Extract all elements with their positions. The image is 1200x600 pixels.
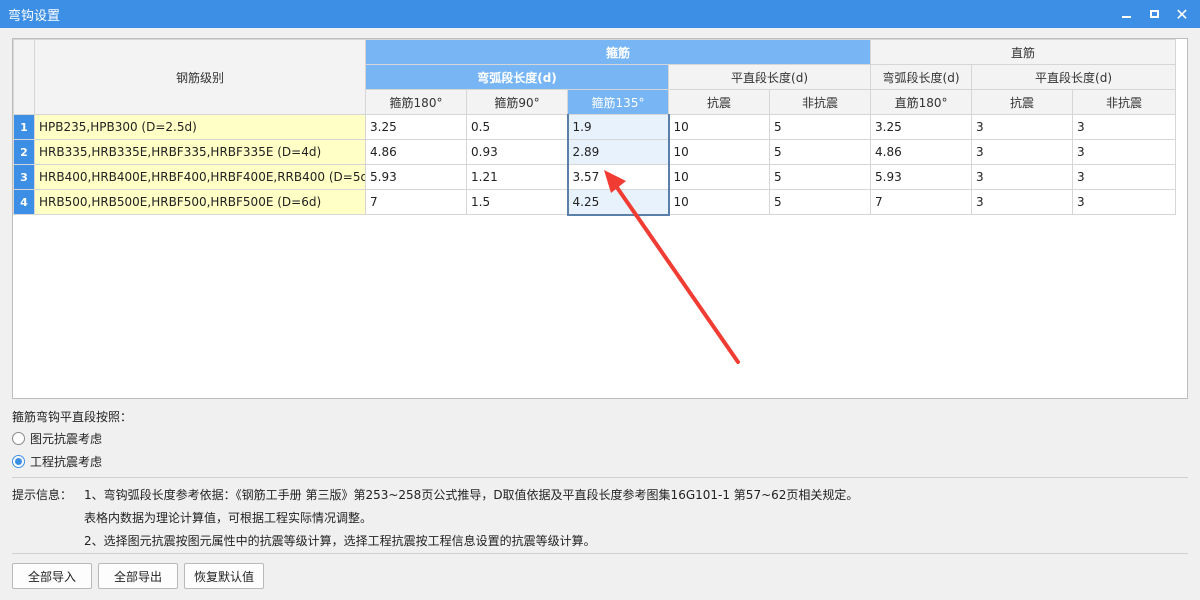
restore-default-button[interactable]: 恢复默认值: [184, 563, 264, 589]
flat-nonseismic-cell[interactable]: 5: [768, 189, 872, 215]
stirrup-arc-header: 弯弧段长度(d): [365, 64, 669, 90]
hint-label: 提示信息：: [12, 488, 73, 502]
minimize-button[interactable]: [1112, 0, 1140, 28]
hint-line-1: 1、弯钩弧段长度参考依据：《钢筋工手册 第三版》第253~258页公式推导，D取…: [84, 488, 859, 502]
stirrup180-cell[interactable]: 4.86: [365, 139, 467, 165]
minimize-icon: [1121, 16, 1131, 18]
table-row: 4 HRB500,HRB500E,HRBF500,HRBF500E (D=6d)…: [13, 189, 1177, 216]
maximize-button[interactable]: [1140, 0, 1168, 28]
flat-nonseismic-cell[interactable]: 5: [768, 114, 872, 140]
flat-seismic-cell[interactable]: 10: [668, 139, 770, 165]
straight-nonseismic-cell[interactable]: 3: [1072, 114, 1177, 140]
close-button[interactable]: ✕: [1168, 0, 1196, 28]
radio-unchecked-icon[interactable]: [12, 432, 25, 445]
straight-flat-header: 平直段长度(d): [971, 64, 1177, 90]
straight-group-header: 直筋: [870, 39, 1177, 65]
hook-table: 钢筋级别 箍筋 直筋 弯弧段长度(d) 平直段长度(d) 弯弧段长度(d) 平直…: [13, 39, 1177, 216]
col-stirrup180[interactable]: 箍筋180°: [365, 89, 467, 115]
row-number[interactable]: 1: [13, 114, 35, 140]
radio-element-seismic-label: 图元抗震考虑: [30, 432, 103, 446]
title-bar: 弯钩设置 ✕: [0, 0, 1200, 28]
close-icon: ✕: [1175, 4, 1189, 24]
straight-nonseismic-cell[interactable]: 3: [1072, 189, 1177, 215]
col-straight180[interactable]: 直筋180°: [870, 89, 973, 115]
straight180-cell[interactable]: 3.25: [870, 114, 973, 140]
col-stirrup90[interactable]: 箍筋90°: [466, 89, 568, 115]
radio-checked-icon[interactable]: [12, 455, 25, 468]
radio-project-seismic-label: 工程抗震考虑: [30, 455, 103, 469]
table-row: 3 HRB400,HRB400E,HRBF400,HRBF400E,RRB400…: [13, 164, 1177, 190]
col-straight-nonseismic[interactable]: 非抗震: [1072, 89, 1177, 115]
stirrup180-cell[interactable]: 3.25: [365, 114, 467, 140]
corner-cell: [13, 39, 35, 115]
row-number[interactable]: 2: [13, 139, 35, 165]
stirrup135-cell[interactable]: 2.89: [566, 139, 670, 165]
hint-line-2: 表格内数据为理论计算值，可根据工程实际情况调整。: [84, 511, 373, 525]
maximize-icon: [1149, 10, 1159, 18]
flat-nonseismic-cell[interactable]: 5: [768, 164, 872, 190]
export-all-button[interactable]: 全部导出: [98, 563, 178, 589]
flat-nonseismic-cell[interactable]: 5: [768, 139, 872, 165]
straight180-cell[interactable]: 7: [870, 189, 973, 215]
grade-header: 钢筋级别: [34, 39, 366, 115]
straight180-cell[interactable]: 4.86: [870, 139, 973, 165]
grade-cell: HPB235,HPB300 (D=2.5d): [34, 114, 366, 140]
radio-element-seismic[interactable]: 图元抗震考虑: [12, 430, 102, 447]
col-flat-seismic[interactable]: 抗震: [668, 89, 770, 115]
stirrup90-cell[interactable]: 1.21: [466, 164, 568, 190]
col-straight-seismic[interactable]: 抗震: [971, 89, 1074, 115]
hint-line-3: 2、选择图元抗震按图元属性中的抗震等级计算，选择工程抗震按工程信息设置的抗震等级…: [84, 534, 596, 548]
window-title: 弯钩设置: [8, 8, 61, 24]
straight-seismic-cell[interactable]: 3: [971, 189, 1074, 215]
grade-cell: HRB500,HRB500E,HRBF500,HRBF500E (D=6d): [34, 189, 366, 215]
straight-seismic-cell[interactable]: 3: [971, 164, 1074, 190]
stirrup90-cell[interactable]: 0.93: [466, 139, 568, 165]
row-number[interactable]: 4: [13, 189, 35, 215]
stirrup180-cell[interactable]: 5.93: [365, 164, 467, 190]
flat-seismic-cell[interactable]: 10: [668, 189, 770, 215]
row-number[interactable]: 3: [13, 164, 35, 190]
divider: [12, 477, 1188, 478]
table-row: 2 HRB335,HRB335E,HRBF335,HRBF335E (D=4d)…: [13, 139, 1177, 165]
radio-project-seismic[interactable]: 工程抗震考虑: [12, 453, 102, 470]
stirrup180-cell[interactable]: 7: [365, 189, 467, 215]
flat-seismic-cell[interactable]: 10: [668, 114, 770, 140]
import-all-button[interactable]: 全部导入: [12, 563, 92, 589]
stirrup90-cell[interactable]: 1.5: [466, 189, 568, 215]
straight-nonseismic-cell[interactable]: 3: [1072, 164, 1177, 190]
stirrup135-cell[interactable]: 1.9: [566, 114, 670, 140]
stirrup135-cell[interactable]: 4.25: [566, 189, 670, 216]
straight-nonseismic-cell[interactable]: 3: [1072, 139, 1177, 165]
stirrup135-cell[interactable]: 3.57: [566, 164, 670, 190]
straight-arc-header: 弯弧段长度(d): [870, 64, 973, 90]
divider: [12, 553, 1188, 554]
radio-dot-icon: [15, 458, 22, 465]
grade-cell: HRB335,HRB335E,HRBF335,HRBF335E (D=4d): [34, 139, 366, 165]
straight180-cell[interactable]: 5.93: [870, 164, 973, 190]
stirrup90-cell[interactable]: 0.5: [466, 114, 568, 140]
straight-seismic-cell[interactable]: 3: [971, 114, 1074, 140]
flat-seismic-cell[interactable]: 10: [668, 164, 770, 190]
straight-seismic-cell[interactable]: 3: [971, 139, 1074, 165]
stirrup-flat-header: 平直段长度(d): [667, 64, 872, 90]
col-stirrup135[interactable]: 箍筋135°: [567, 89, 669, 115]
hook-settings-grid: 钢筋级别 箍筋 直筋 弯弧段长度(d) 平直段长度(d) 弯弧段长度(d) 平直…: [12, 38, 1188, 399]
grade-cell: HRB400,HRB400E,HRBF400,HRBF400E,RRB400 (…: [34, 164, 366, 190]
stirrup-group-header: 箍筋: [364, 39, 872, 65]
col-flat-nonseismic[interactable]: 非抗震: [768, 89, 872, 115]
table-row: 1 HPB235,HPB300 (D=2.5d) 3.25 0.5 1.9 10…: [13, 114, 1177, 140]
option-label: 箍筋弯钩平直段按照：: [12, 410, 133, 424]
